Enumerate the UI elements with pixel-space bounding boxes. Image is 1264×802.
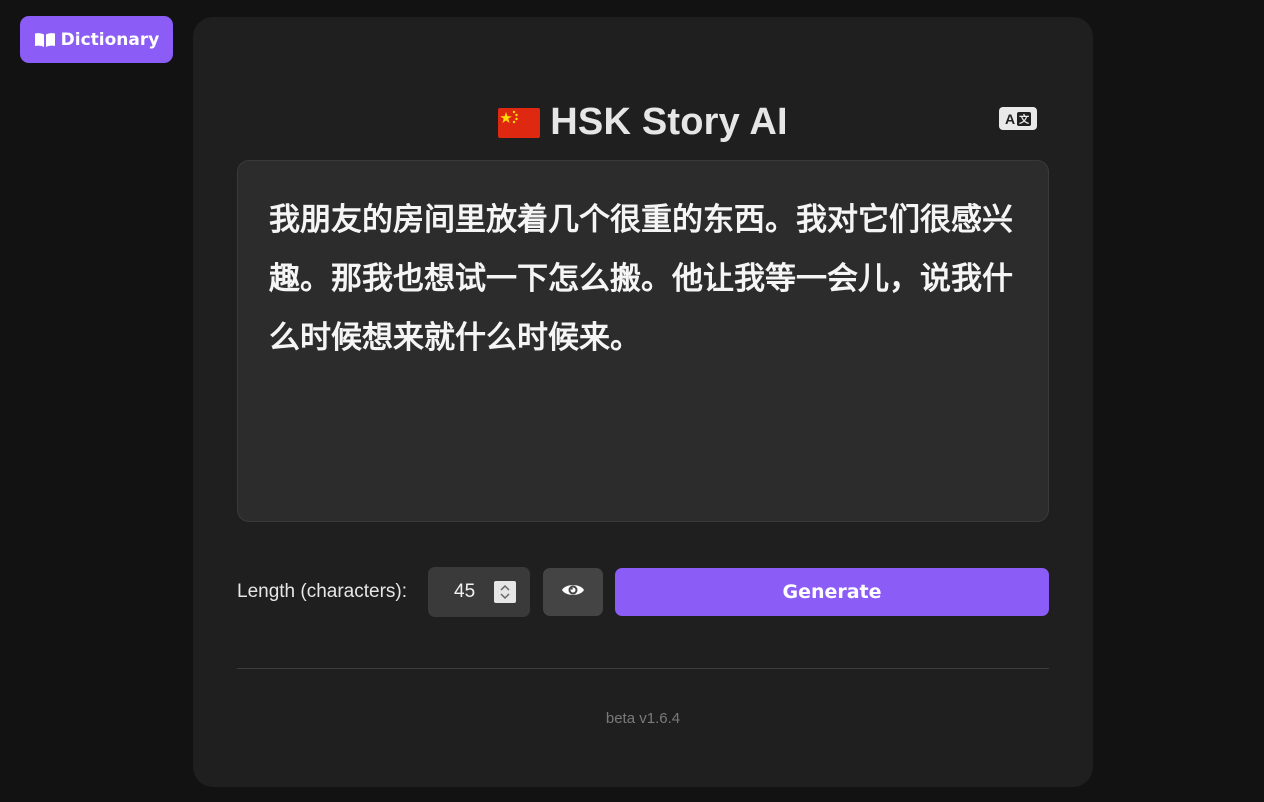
translate-icon: A 文	[1004, 110, 1032, 127]
eye-icon	[561, 581, 585, 604]
story-box: 我朋友的房间里放着几个很重的东西。我对它们很感兴趣。那我也想试一下怎么搬。他让我…	[237, 160, 1049, 522]
story-text: 我朋友的房间里放着几个很重的东西。我对它们很感兴趣。那我也想试一下怎么搬。他让我…	[269, 202, 1013, 356]
divider	[237, 668, 1049, 669]
length-input[interactable]: 45	[428, 567, 530, 617]
page-title: HSK Story AI	[550, 101, 788, 143]
length-value: 45	[454, 581, 476, 602]
translate-button[interactable]: A 文	[999, 107, 1037, 130]
main-card: HSK Story AI A 文 我朋友的房间里放着几个很重的东西。我对它们很感…	[193, 17, 1093, 787]
app-header: HSK Story AI	[193, 101, 1093, 144]
china-flag-icon	[498, 107, 541, 138]
toggle-visibility-button[interactable]	[543, 568, 603, 616]
translate-glyph-chinese: 文	[1017, 111, 1032, 126]
book-icon	[34, 32, 56, 48]
dictionary-button-label: Dictionary	[60, 29, 160, 50]
generate-button[interactable]: Generate	[615, 568, 1049, 616]
version-label: beta v1.6.4	[605, 710, 681, 727]
length-stepper[interactable]	[494, 581, 516, 603]
translate-glyph-latin: A	[1004, 110, 1016, 127]
length-label: Length (characters):	[237, 581, 408, 602]
controls-row: Length (characters): 45 Generate	[237, 567, 1049, 617]
dictionary-button[interactable]: Dictionary	[20, 16, 173, 63]
